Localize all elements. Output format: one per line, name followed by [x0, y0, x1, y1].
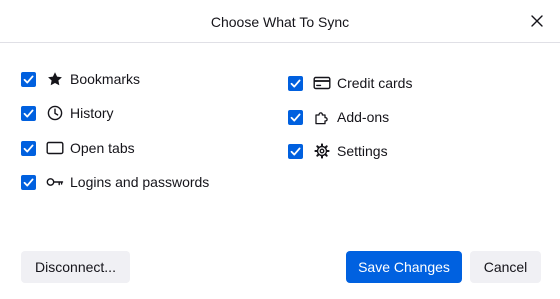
checkmark-icon [290, 113, 301, 121]
sync-option-history[interactable]: History [21, 103, 114, 123]
sync-option-settings[interactable]: Settings [288, 141, 388, 161]
close-button[interactable] [528, 12, 546, 30]
sync-option-label: History [70, 105, 114, 121]
close-icon [531, 15, 543, 27]
sync-option-label: Credit cards [337, 75, 413, 91]
checkmark-icon [23, 178, 34, 186]
dialog-title: Choose What To Sync [210, 14, 350, 30]
sync-option-credit-cards[interactable]: Credit cards [288, 73, 412, 93]
settings-checkbox[interactable] [288, 143, 303, 159]
checkmark-icon [23, 75, 34, 83]
sync-option-bookmarks[interactable]: Bookmarks [21, 69, 140, 89]
sync-option-logins-and-passwords[interactable]: Logins and passwords [21, 172, 209, 192]
bookmarks-checkbox[interactable] [21, 71, 36, 87]
choose-what-to-sync-dialog: Choose What To Sync Bookmarks History Op… [0, 0, 560, 299]
sync-option-label: Settings [337, 143, 388, 159]
credit-card-icon [313, 74, 331, 92]
clock-icon [46, 104, 64, 122]
add-ons-checkbox[interactable] [288, 109, 303, 125]
sync-option-label: Bookmarks [70, 71, 141, 87]
sync-option-add-ons[interactable]: Add-ons [288, 107, 389, 127]
save-changes-button[interactable]: Save Changes [346, 251, 462, 283]
sync-option-label: Add-ons [337, 109, 390, 125]
key-icon [46, 173, 64, 191]
sync-option-label: Logins and passwords [70, 174, 210, 190]
checkmark-icon [290, 79, 301, 87]
credit-cards-checkbox[interactable] [288, 75, 303, 91]
star-icon [46, 70, 64, 88]
gear-icon [313, 142, 331, 160]
sync-option-label: Open tabs [70, 140, 135, 156]
logins-checkbox[interactable] [21, 174, 36, 190]
checkmark-icon [23, 109, 34, 117]
history-checkbox[interactable] [21, 105, 36, 121]
dialog-header: Choose What To Sync [0, 0, 560, 43]
disconnect-button[interactable]: Disconnect... [21, 251, 130, 283]
sync-option-open-tabs[interactable]: Open tabs [21, 138, 135, 158]
puzzle-piece-icon [313, 108, 331, 126]
open-tabs-checkbox[interactable] [21, 140, 36, 156]
checkmark-icon [23, 144, 34, 152]
tab-icon [46, 139, 64, 157]
checkmark-icon [290, 147, 301, 155]
cancel-button[interactable]: Cancel [470, 251, 541, 283]
